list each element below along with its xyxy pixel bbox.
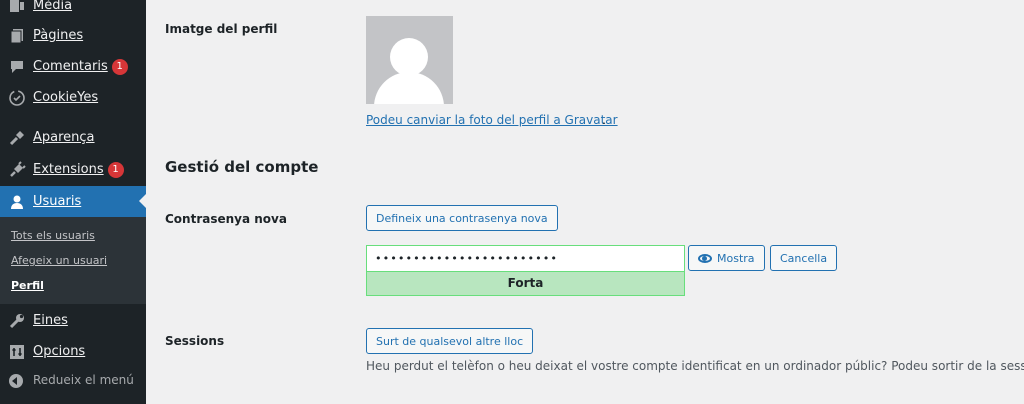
settings-icon [8,343,26,361]
sidebar-item-label: Mèdia [33,0,73,13]
cancel-password-button[interactable]: Cancella [770,245,838,271]
submenu-item-profile[interactable]: Perfil [11,279,44,292]
sidebar-item-label: Comentaris [33,58,108,74]
gravatar-link[interactable]: Podeu canviar la foto del perfil a Grava… [366,113,618,127]
sidebar-item-plugins[interactable]: Extensions 1 [0,154,146,185]
comments-icon [8,58,26,76]
eye-icon [698,253,712,263]
sidebar-item-pages[interactable]: Pàgines [0,20,146,51]
logout-everywhere-button[interactable]: Surt de qualsevol altre lloc [366,328,534,354]
sidebar-item-label: Pàgines [33,28,84,43]
tools-icon [8,312,26,330]
sidebar-item-label-wrap: Extensions 1 [33,161,124,178]
sidebar-item-label: Opcions [33,344,86,359]
admin-sidebar: Mèdia Pàgines Comentaris 1 CookieYes Apar… [0,0,146,404]
sidebar-item-users[interactable]: Usuaris [0,186,146,217]
profile-main: Imatge del perfil Podeu canviar la foto … [146,0,1024,404]
profile-picture-label: Imatge del perfil [165,22,278,36]
submenu-item-all-users[interactable]: Tots els usuaris [11,229,95,242]
sidebar-item-tools[interactable]: Eines [0,305,146,336]
collapse-menu-label: Redueix el menú [33,373,134,387]
users-icon [8,193,26,211]
users-submenu: Tots els usuaris Afegeix un usuari Perfi… [0,217,146,304]
account-management-title: Gestió del compte [165,158,319,176]
sidebar-item-cookieyes[interactable]: CookieYes [0,82,146,113]
plugins-count-badge: 1 [107,161,124,178]
avatar-head-shape [390,38,428,76]
comments-count-badge: 1 [111,58,128,75]
plugins-icon [8,160,26,179]
pages-icon [8,27,26,45]
collapse-arrow-icon [9,374,23,388]
sessions-description: Heu perdut el telèfon o heu deixat el vo… [366,359,1024,373]
cookieyes-icon [8,89,26,107]
new-password-label: Contrasenya nova [165,212,287,226]
password-input[interactable]: •••••••••••••••••••••••• [366,245,685,272]
sidebar-item-comments[interactable]: Comentaris 1 [0,51,146,82]
password-strength-indicator: Forta [366,271,685,296]
sidebar-item-label: Aparença [33,130,95,145]
submenu-item-add-user[interactable]: Afegeix un usuari [11,254,107,267]
set-new-password-button[interactable]: Defineix una contrasenya nova [366,205,558,231]
sidebar-item-media[interactable]: Mèdia [0,0,146,21]
sidebar-item-appearance[interactable]: Aparença [0,122,146,153]
sessions-label: Sessions [165,334,225,348]
appearance-icon [8,129,26,147]
sidebar-item-label-wrap: Comentaris 1 [33,58,128,75]
avatar-body-shape [374,72,444,104]
sidebar-item-label: Eines [33,313,68,328]
show-password-label: Mostra [717,251,755,265]
collapse-menu-button[interactable]: Redueix el menú [0,366,146,397]
sidebar-item-settings[interactable]: Opcions [0,336,146,367]
media-icon [8,0,26,15]
current-menu-arrow [139,194,146,208]
gravatar-link-period: . [602,113,606,127]
sidebar-item-label: Usuaris [33,194,82,209]
show-password-button[interactable]: Mostra [688,245,765,271]
sidebar-item-label: CookieYes [33,90,99,105]
sidebar-item-label: Extensions [33,161,104,177]
avatar [366,16,453,104]
